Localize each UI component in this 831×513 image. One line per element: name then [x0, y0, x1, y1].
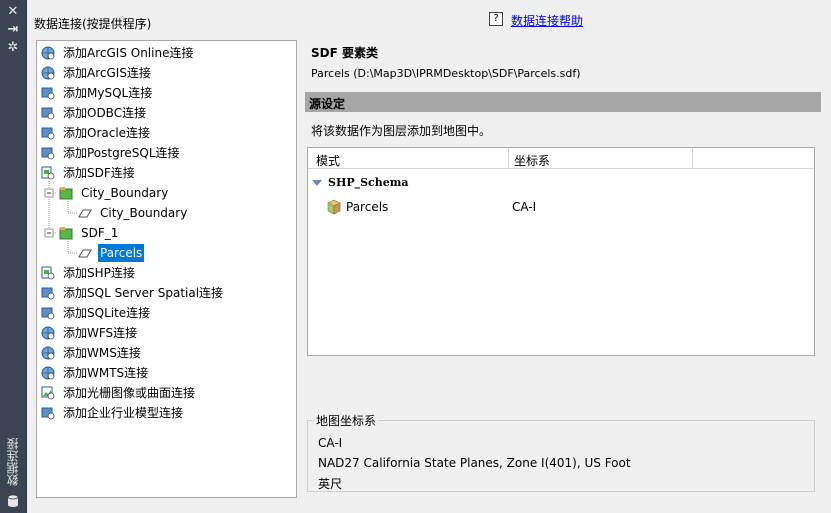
palette-sidebar: ✕ ⇥ ✲ 数据连接 [0, 0, 26, 513]
map-cs-unit: 英尺 [318, 477, 343, 491]
tree-item-label: 添加WFS连接 [63, 326, 138, 340]
section-title: 源设定 [309, 97, 346, 111]
tree-item-label: 添加SQLite连接 [63, 306, 151, 320]
db-connect-icon [41, 127, 55, 140]
globe-icon [41, 346, 55, 360]
tree-item-label: 添加PostgreSQL连接 [63, 146, 180, 160]
polygon-icon [78, 249, 92, 258]
schema-name: SHP_Schema [328, 176, 409, 189]
col-schema[interactable]: 模式 [316, 152, 340, 169]
autohide-icon[interactable]: ⇥ [6, 23, 20, 37]
tree-item-label: 添加MySQL连接 [63, 86, 153, 100]
tree-item-label: 添加SHP连接 [63, 266, 135, 280]
col-coordinate-system[interactable]: 坐标系 [514, 152, 550, 169]
feature-class-path: Parcels (D:\Map3D\IPRMDesktop\SDF\Parcel… [311, 67, 581, 80]
source-description: 将该数据作为图层添加到地图中。 [311, 124, 492, 138]
tree-item-label: City_Boundary [81, 186, 169, 200]
feature-class-title: SDF 要素类 [311, 46, 378, 60]
source-settings-header: 源设定 [305, 92, 821, 112]
palette-title: 数据连接 [6, 438, 20, 486]
tree-item-label: Parcels [98, 244, 145, 262]
db-connect-icon [41, 287, 55, 300]
tree-item-label: 添加ODBC连接 [63, 106, 147, 120]
cube-icon [327, 199, 341, 215]
globe-icon [41, 326, 55, 340]
provider-tree: 添加ArcGIS Online连接 添加ArcGIS连接 添加MySQL连接 添… [36, 40, 297, 498]
db-connect-icon [41, 407, 55, 420]
tree-item-label: 添加企业行业模型连接 [63, 406, 184, 420]
tree-item-label: City_Boundary [100, 206, 188, 220]
feature-name: Parcels [346, 200, 389, 214]
globe-icon [41, 366, 55, 380]
folder-green-icon [59, 187, 73, 200]
grid-header: 模式 坐标系 [308, 148, 814, 169]
column-divider[interactable] [692, 148, 693, 168]
globe-icon [41, 66, 55, 80]
tree-item-label: SDF_1 [81, 226, 119, 240]
tree-item-label: 添加Oracle连接 [63, 126, 151, 140]
db-connect-icon [41, 147, 55, 160]
settings-icon[interactable]: ✲ [6, 41, 20, 55]
data-connect-panel: 数据连接(按提供程序) ? 数据连接帮助 添加ArcGIS Online连接 添… [26, 0, 831, 513]
column-divider[interactable] [508, 148, 509, 168]
database-icon [7, 494, 19, 507]
db-connect-icon [41, 307, 55, 320]
schema-grid: 模式 坐标系 SHP_Schema Parcels CA-I [307, 147, 815, 356]
globe-icon [41, 46, 55, 60]
tree-item-label: 添加SQL Server Spatial连接 [63, 286, 224, 300]
tree-item-label: 添加光栅图像或曲面连接 [63, 386, 196, 400]
panel-title: 数据连接(按提供程序) [34, 17, 152, 31]
tree-item-label: 添加WMTS连接 [63, 366, 149, 380]
db-connect-icon [41, 87, 55, 100]
tree-item-label: 添加SDF连接 [63, 166, 135, 180]
feature-coordinate-system[interactable]: CA-I [512, 200, 536, 214]
group-label: 地图坐标系 [314, 412, 379, 429]
polygon-icon [78, 209, 92, 218]
file-connect-icon [41, 266, 55, 280]
feature-row[interactable]: Parcels CA-I [326, 198, 796, 216]
close-icon[interactable]: ✕ [6, 5, 20, 19]
file-connect-icon [41, 166, 55, 180]
map-coordinate-system-group: 地图坐标系 CA-I NAD27 California State Planes… [307, 412, 815, 492]
expand-triangle-icon[interactable] [312, 180, 322, 186]
help-link[interactable]: 数据连接帮助 [511, 12, 583, 29]
tree-item-label: 添加ArcGIS Online连接 [63, 46, 194, 60]
tree-item-label: 添加ArcGIS连接 [63, 66, 151, 80]
image-connect-icon [41, 386, 55, 400]
map-cs-description: NAD27 California State Planes, Zone I(40… [318, 456, 631, 470]
map-cs-code: CA-I [318, 436, 343, 450]
help-icon[interactable]: ? [489, 12, 503, 26]
folder-green-icon [59, 227, 73, 240]
tree-item-label: 添加WMS连接 [63, 346, 141, 360]
db-connect-icon [41, 107, 55, 120]
